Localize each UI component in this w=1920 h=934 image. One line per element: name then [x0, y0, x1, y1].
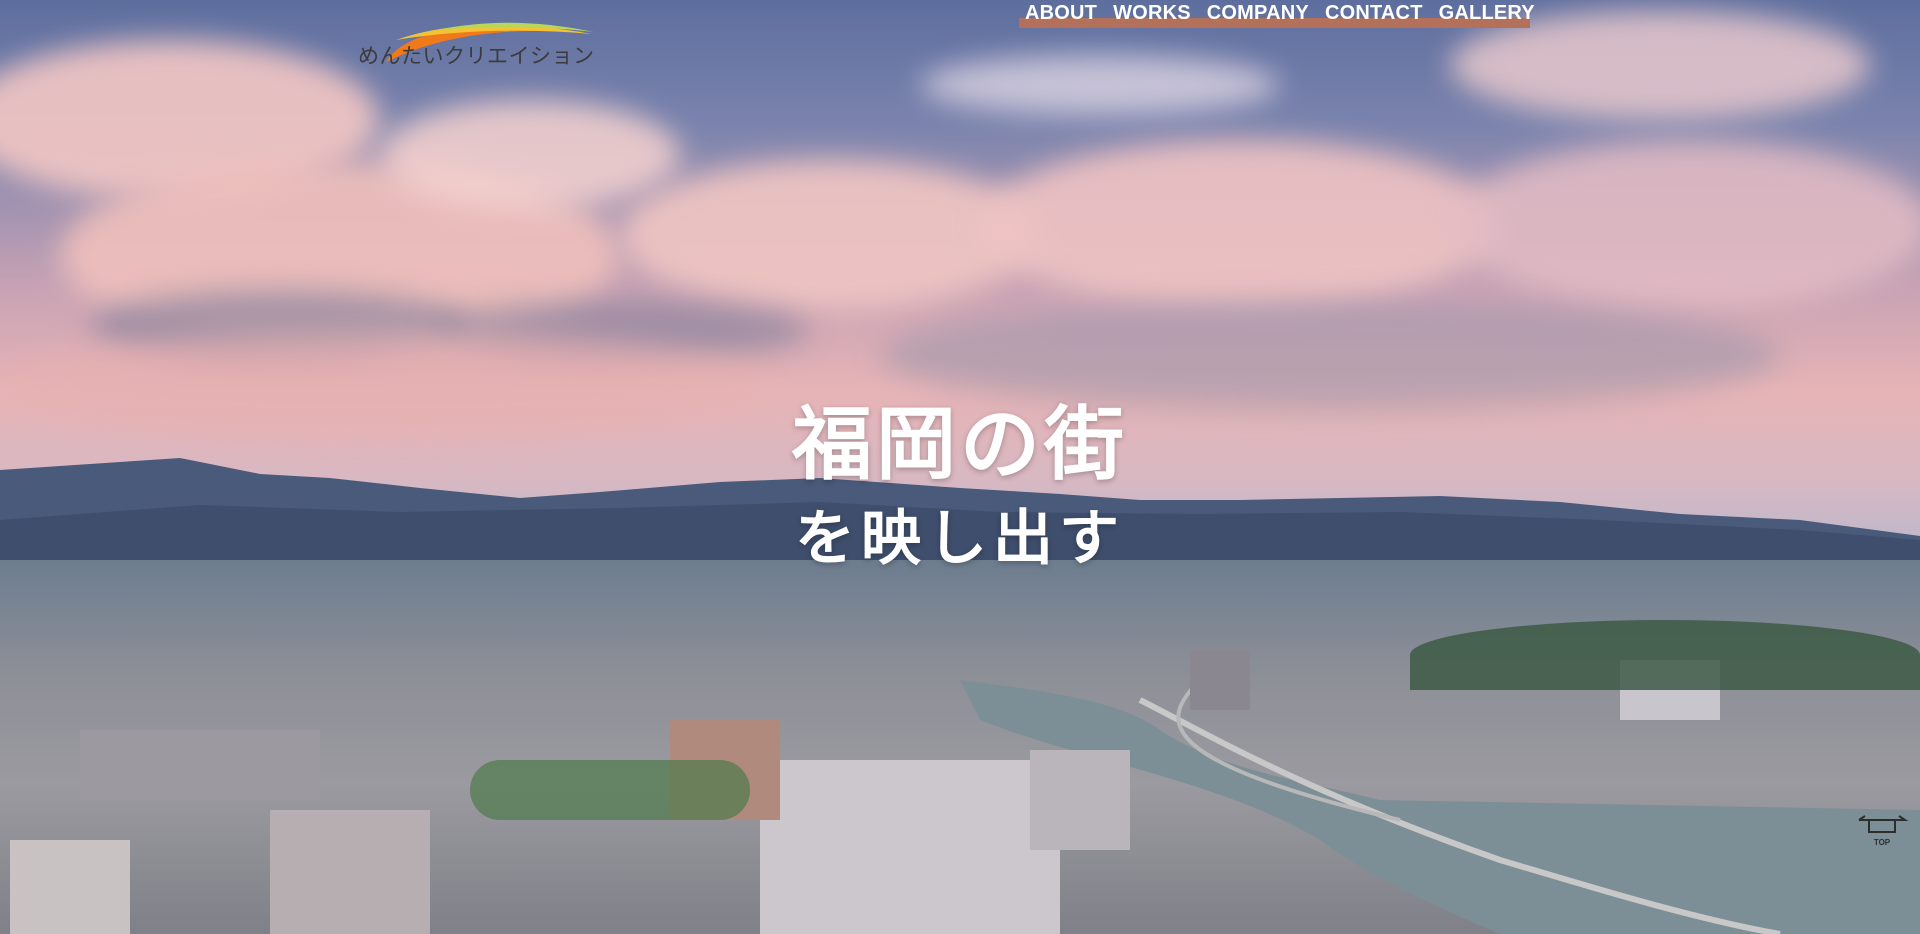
- building: [10, 840, 130, 934]
- back-to-top-label: TOP: [1873, 838, 1891, 847]
- hero-subtitle: を映し出す: [795, 504, 1125, 574]
- nav-contact[interactable]: CONTACT: [1317, 0, 1431, 25]
- nav-company[interactable]: COMPANY: [1199, 0, 1317, 25]
- arrow-up-icon: [1858, 815, 1909, 833]
- park: [470, 760, 750, 820]
- hill: [1410, 620, 1920, 690]
- site-logo[interactable]: めんたいクリエイション: [356, 10, 606, 70]
- logo-text: めんたいクリエイション: [358, 44, 595, 68]
- building: [270, 810, 430, 934]
- hero-title: 福岡の街: [792, 398, 1128, 491]
- nav-works[interactable]: WORKS: [1105, 0, 1199, 25]
- nav-about[interactable]: ABOUT: [1017, 0, 1105, 25]
- building: [80, 730, 320, 800]
- building: [760, 760, 1060, 934]
- back-to-top-button[interactable]: TOP: [1855, 810, 1909, 850]
- building: [1030, 750, 1130, 850]
- building: [1190, 650, 1250, 710]
- nav-gallery[interactable]: GALLERY: [1431, 0, 1543, 25]
- main-nav: ABOUT WORKS COMPANY CONTACT GALLERY: [1017, 0, 1543, 28]
